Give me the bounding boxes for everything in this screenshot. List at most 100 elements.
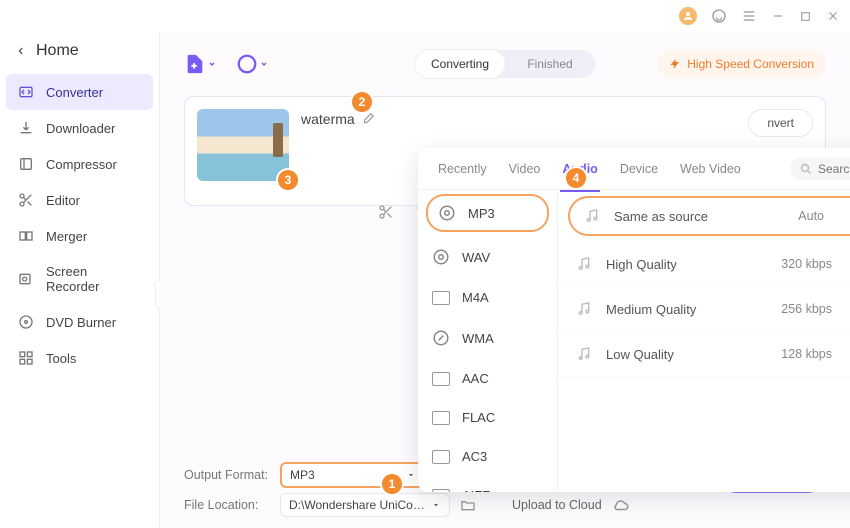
format-label: MP3: [468, 206, 495, 221]
add-file-button[interactable]: [184, 53, 216, 75]
sidebar-item-label: DVD Burner: [46, 315, 116, 330]
close-icon[interactable]: [826, 9, 840, 23]
tab-converting[interactable]: Converting: [415, 50, 505, 78]
sidebar-item-dvd-burner[interactable]: DVD Burner: [6, 304, 153, 340]
format-label: M4A: [462, 290, 489, 305]
format-label: WAV: [462, 250, 490, 265]
format-wav[interactable]: WAV: [418, 236, 557, 278]
convert-button[interactable]: nvert: [748, 109, 813, 137]
format-icon: [432, 489, 450, 493]
sidebar-item-tools[interactable]: Tools: [6, 340, 153, 376]
support-icon[interactable]: [711, 8, 727, 24]
quality-low[interactable]: Low Quality 128 kbps: [558, 332, 850, 377]
rename-icon[interactable]: [361, 112, 375, 126]
tools-icon: [18, 350, 34, 366]
chevron-down-icon: [406, 470, 416, 480]
sidebar-item-compressor[interactable]: Compressor: [6, 146, 153, 182]
sidebar-item-label: Downloader: [46, 121, 115, 136]
callout-2: 2: [352, 92, 372, 112]
trim-icon[interactable]: [378, 204, 394, 220]
record-icon: [18, 271, 34, 287]
format-aiff[interactable]: AIFF: [418, 476, 557, 492]
music-icon: [576, 301, 592, 317]
callout-4: 4: [566, 168, 586, 188]
format-search[interactable]: [790, 158, 850, 180]
format-m4a[interactable]: M4A: [418, 278, 557, 317]
video-thumbnail[interactable]: [197, 109, 289, 181]
quality-label: Medium Quality: [606, 302, 696, 317]
format-label: AIFF: [462, 488, 490, 492]
file-location-label: File Location:: [184, 498, 270, 512]
quality-bitrate: 320 kbps: [781, 257, 832, 271]
format-ac3[interactable]: AC3: [418, 437, 557, 476]
tab-device[interactable]: Device: [618, 158, 660, 180]
minimize-icon[interactable]: [771, 9, 785, 23]
home-label: Home: [36, 42, 79, 60]
quality-high[interactable]: High Quality 320 kbps: [558, 242, 850, 287]
quality-bitrate: 256 kbps: [781, 302, 832, 316]
format-label: AC3: [462, 449, 487, 464]
upload-cloud-label: Upload to Cloud: [512, 498, 602, 512]
file-location-select[interactable]: D:\Wondershare UniConverter 1: [280, 493, 450, 517]
format-label: AAC: [462, 371, 489, 386]
open-folder-icon[interactable]: [460, 497, 476, 513]
format-wma[interactable]: WMA: [418, 317, 557, 359]
callout-3: 3: [278, 170, 298, 190]
output-format-select[interactable]: MP3: [280, 462, 426, 488]
chevron-left-icon: [16, 46, 26, 56]
sidebar-item-label: Converter: [46, 85, 103, 100]
bolt-icon: [669, 58, 681, 70]
format-icon: [432, 291, 450, 305]
tab-finished[interactable]: Finished: [505, 50, 595, 78]
format-icon: [432, 450, 450, 464]
file-name: waterma: [301, 111, 355, 127]
output-format-label: Output Format:: [184, 468, 270, 482]
sidebar-item-editor[interactable]: Editor: [6, 182, 153, 218]
quality-bitrate: Auto: [798, 209, 824, 223]
download-icon: [18, 120, 34, 136]
tab-web-video[interactable]: Web Video: [678, 158, 743, 180]
quality-medium[interactable]: Medium Quality 256 kbps: [558, 287, 850, 332]
sidebar-item-merger[interactable]: Merger: [6, 218, 153, 254]
quality-label: Low Quality: [606, 347, 674, 362]
back-home[interactable]: Home: [0, 32, 159, 70]
sidebar-item-screen-recorder[interactable]: Screen Recorder: [6, 254, 153, 304]
music-icon: [576, 346, 592, 362]
format-flac[interactable]: FLAC: [418, 398, 557, 437]
output-format-value: MP3: [290, 468, 315, 482]
format-icon: [432, 372, 450, 386]
user-avatar[interactable]: [679, 7, 697, 25]
sidebar-item-label: Tools: [46, 351, 76, 366]
sidebar-item-label: Screen Recorder: [46, 264, 141, 294]
format-mp3[interactable]: MP3: [426, 194, 549, 232]
disc-icon: [18, 314, 34, 330]
tab-recently[interactable]: Recently: [436, 158, 489, 180]
format-label: WMA: [462, 331, 494, 346]
merger-icon: [18, 228, 34, 244]
format-label: FLAC: [462, 410, 495, 425]
chevron-down-icon: [431, 500, 441, 510]
format-icon: [432, 248, 450, 266]
maximize-icon[interactable]: [799, 10, 812, 23]
scissors-icon: [18, 192, 34, 208]
high-speed-conversion-button[interactable]: High Speed Conversion: [657, 51, 826, 77]
tab-video[interactable]: Video: [507, 158, 543, 180]
sidebar-item-label: Editor: [46, 193, 80, 208]
menu-icon[interactable]: [741, 8, 757, 24]
quality-same-as-source[interactable]: Same as source Auto: [568, 196, 850, 236]
status-segmented: Converting Finished: [415, 50, 595, 78]
add-url-button[interactable]: [236, 53, 268, 75]
cloud-icon[interactable]: [612, 496, 630, 514]
format-aac[interactable]: AAC: [418, 359, 557, 398]
sidebar-item-downloader[interactable]: Downloader: [6, 110, 153, 146]
quality-label: Same as source: [614, 209, 708, 224]
format-panel: Recently Video Audio Device Web Video MP…: [418, 148, 850, 492]
hsc-label: High Speed Conversion: [687, 57, 814, 71]
format-icon: [432, 411, 450, 425]
converter-icon: [18, 84, 34, 100]
sidebar-item-label: Compressor: [46, 157, 117, 172]
sidebar-item-converter[interactable]: Converter: [6, 74, 153, 110]
music-icon: [576, 256, 592, 272]
file-location-value: D:\Wondershare UniConverter 1: [289, 498, 429, 512]
search-input[interactable]: [818, 162, 850, 176]
